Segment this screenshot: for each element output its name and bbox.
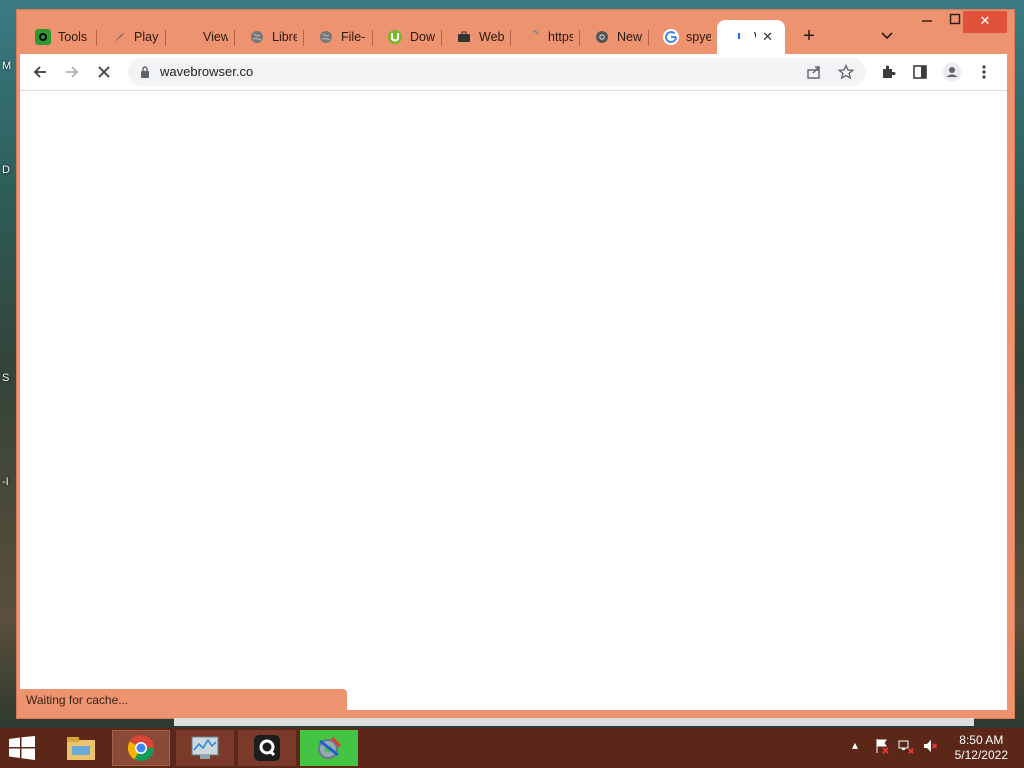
page-content-area[interactable]: Waiting for cache... <box>20 90 1007 711</box>
tab-file[interactable]: File-S <box>304 24 372 50</box>
tab-spyey[interactable]: spyey <box>649 24 717 50</box>
file-explorer-icon[interactable] <box>52 730 110 766</box>
clock-time: 8:50 AM <box>959 733 1004 747</box>
resource-monitor-icon[interactable] <box>176 730 234 766</box>
tab-new[interactable]: New <box>580 24 648 50</box>
loading-icon <box>731 29 747 45</box>
tab-title: Down <box>410 30 435 44</box>
desktop-label: D <box>2 164 10 176</box>
lock-icon <box>141 66 149 78</box>
globe-icon <box>318 29 334 45</box>
tab-search-button[interactable] <box>875 24 899 48</box>
side-panel-icon[interactable] <box>908 60 932 84</box>
show-hidden-icons-icon[interactable]: ▴ <box>852 738 858 752</box>
tab-view[interactable]: View <box>166 24 234 50</box>
tab-title: spyey <box>686 30 711 44</box>
share-icon[interactable] <box>802 60 826 84</box>
utorrent-icon <box>387 29 403 45</box>
briefcase-icon <box>456 29 472 45</box>
url-text: wavebrowser.co <box>160 64 254 79</box>
q-app-icon[interactable] <box>238 730 296 766</box>
extensions-icon[interactable] <box>876 60 900 84</box>
loading-icon <box>525 29 541 45</box>
menu-kebab-icon[interactable] <box>972 60 996 84</box>
tab-https[interactable]: https <box>511 24 579 50</box>
desktop-label: M <box>2 60 12 72</box>
tools-icon <box>35 29 51 45</box>
network-icon[interactable] <box>898 738 914 757</box>
rocket-icon <box>111 29 127 45</box>
chrome-icon[interactable] <box>112 730 170 766</box>
desktop-label: -I <box>2 476 9 488</box>
tab-title: File-S <box>341 30 366 44</box>
action-center-flag-icon[interactable] <box>874 738 890 757</box>
bookmark-star-icon[interactable] <box>834 60 858 84</box>
volume-muted-icon[interactable] <box>922 738 938 757</box>
system-clock[interactable]: 8:50 AM 5/12/2022 <box>955 733 1008 763</box>
tab-web[interactable]: Web <box>442 24 510 50</box>
new-tab-button[interactable]: + <box>797 24 821 48</box>
tab-title: Libre <box>272 30 297 44</box>
desktop-label: S <box>2 372 10 384</box>
tab-strip: Tools Play T View Libre File-S <box>17 10 1014 54</box>
settings-tool-icon[interactable] <box>300 730 358 766</box>
tab-active-wave[interactable]: W ✕ <box>717 20 785 54</box>
profile-avatar-icon[interactable] <box>940 60 964 84</box>
blank-page-icon <box>180 29 196 45</box>
back-icon[interactable] <box>28 60 52 84</box>
tab-tools[interactable]: Tools <box>21 24 95 50</box>
minimize-button[interactable] <box>913 11 941 33</box>
clock-date: 5/12/2022 <box>954 748 1008 762</box>
tab-title: View <box>203 30 228 44</box>
status-bubble: Waiting for cache... <box>20 689 347 711</box>
browser-window: Tools Play T View Libre File-S <box>16 9 1015 719</box>
tab-down[interactable]: Down <box>373 24 441 50</box>
close-window-button[interactable]: ✕ <box>963 11 1007 33</box>
tab-title: Tools <box>58 30 88 44</box>
windows-start-icon[interactable] <box>8 736 38 760</box>
taskbar: ▴ 8:50 AM 5/12/2022 <box>0 728 1024 768</box>
chrome-icon <box>594 29 610 45</box>
tab-title: Web <box>479 30 504 44</box>
browser-toolbar: wavebrowser.co <box>20 54 1007 90</box>
stop-loading-icon[interactable] <box>92 60 116 84</box>
tab-title: https <box>548 30 573 44</box>
google-icon <box>663 29 679 45</box>
address-bar[interactable]: wavebrowser.co <box>128 58 866 86</box>
tab-libre[interactable]: Libre <box>235 24 303 50</box>
close-tab-icon[interactable]: ✕ <box>756 29 779 45</box>
horizontal-scrollbar[interactable] <box>174 718 974 726</box>
tab-title: Play T <box>134 30 159 44</box>
forward-icon[interactable] <box>60 60 84 84</box>
tab-title: New <box>617 30 642 44</box>
globe-icon <box>249 29 265 45</box>
tab-play[interactable]: Play T <box>97 24 165 50</box>
